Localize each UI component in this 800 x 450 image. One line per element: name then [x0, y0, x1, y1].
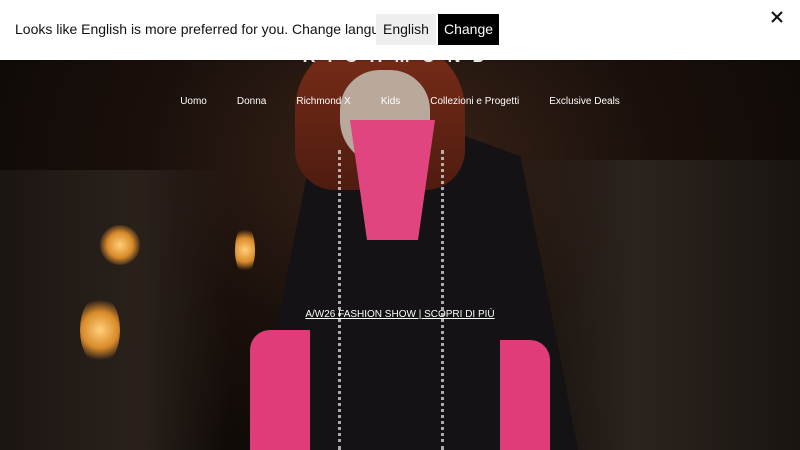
nav-item-collezioni[interactable]: Collezioni e Progetti [430, 96, 519, 107]
nav-item-exclusive-deals[interactable]: Exclusive Deals [549, 96, 620, 107]
stage-light [100, 225, 140, 265]
nav-item-kids[interactable]: Kids [381, 96, 400, 107]
language-banner: Looks like English is more preferred for… [0, 0, 800, 60]
language-prompt: Looks like English is more preferred for… [15, 21, 411, 37]
model-sleeve-right [500, 340, 550, 450]
close-icon[interactable] [770, 10, 784, 29]
model-sleeve-left [250, 330, 310, 450]
language-select[interactable]: English [376, 14, 436, 45]
stage-light [235, 225, 255, 275]
nav-item-uomo[interactable]: Uomo [180, 96, 207, 107]
hero-cta: A/W26 FASHION SHOW | SCOPRI DI PIÙ [0, 304, 800, 322]
change-language-button[interactable]: Change [438, 14, 500, 45]
model-zipper [338, 150, 444, 450]
fashion-show-link[interactable]: A/W26 FASHION SHOW | SCOPRI DI PIÙ [305, 309, 494, 320]
main-nav: Uomo Donna Richmond X Kids Collezioni e … [0, 96, 800, 107]
nav-item-richmond-x[interactable]: Richmond X [296, 96, 350, 107]
nav-item-donna[interactable]: Donna [237, 96, 266, 107]
